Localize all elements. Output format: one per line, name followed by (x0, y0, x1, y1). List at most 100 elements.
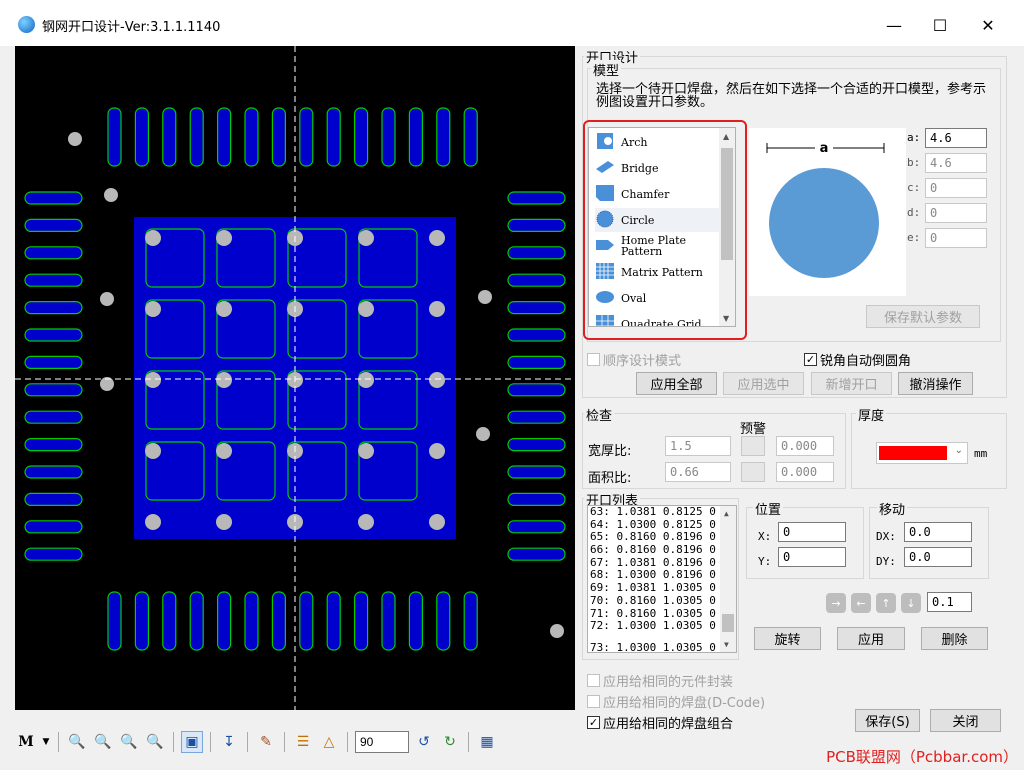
list-item[interactable]: 70: 0.8160 1.0305 0 (588, 594, 736, 608)
pad-bottom[interactable] (408, 591, 423, 651)
chevron-down-icon[interactable]: ▼ (41, 731, 51, 753)
sequential-mode-checkbox[interactable]: 顺序设计模式 (587, 350, 681, 369)
pad-right[interactable] (507, 301, 566, 315)
pcb-canvas[interactable] (15, 46, 575, 710)
via-dot[interactable] (145, 514, 161, 530)
pad-top[interactable] (244, 107, 259, 167)
pad-left[interactable] (24, 218, 83, 232)
aspect-warn-field[interactable]: 0.000 (776, 436, 834, 456)
pad-right[interactable] (507, 410, 566, 424)
mode-menu-icon[interactable]: M (15, 731, 37, 753)
via-dot[interactable] (550, 624, 564, 638)
via-dot[interactable] (145, 372, 161, 388)
pad-bottom[interactable] (326, 591, 341, 651)
via-dot[interactable] (358, 443, 374, 459)
pad-left[interactable] (24, 191, 83, 205)
area-ratio-field[interactable]: 0.66 (665, 462, 731, 482)
pad-right[interactable] (507, 383, 566, 397)
area-warn-field[interactable]: 0.000 (776, 462, 834, 482)
zoom-in-icon[interactable]: 🔍 (92, 731, 114, 753)
close-dialog-button[interactable]: 关闭 (930, 709, 1001, 732)
pad-bottom[interactable] (354, 591, 369, 651)
via-dot[interactable] (216, 372, 232, 388)
list-item[interactable]: 69: 1.0381 1.0305 0 (588, 581, 736, 595)
same-package-checkbox[interactable]: 应用给相同的元件封装 (587, 671, 733, 690)
flip-vertical-icon[interactable]: ☰ (292, 731, 314, 753)
via-dot[interactable] (216, 443, 232, 459)
zoom-window-icon[interactable]: ▣ (181, 731, 203, 753)
via-dot[interactable] (478, 290, 492, 304)
close-button[interactable]: ✕ (966, 10, 1010, 40)
pad-top[interactable] (299, 107, 314, 167)
pad-bottom[interactable] (134, 591, 150, 651)
same-combo-checkbox[interactable]: ✓ 应用给相同的焊盘组合 (587, 713, 733, 732)
pad-bottom[interactable] (299, 591, 314, 651)
pad-top[interactable] (134, 107, 150, 167)
apply-button[interactable]: 应用 (837, 627, 905, 650)
flip-horizontal-icon[interactable]: △ (318, 731, 340, 753)
pad-right[interactable] (507, 273, 566, 287)
pad-right[interactable] (507, 191, 566, 205)
import-icon[interactable]: ↧ (218, 731, 240, 753)
pad-top[interactable] (326, 107, 341, 167)
rotation-angle-input[interactable] (355, 731, 409, 753)
list-item[interactable]: 72: 1.0300 1.0305 0 (588, 619, 736, 633)
move-step-field[interactable]: 0.1 (927, 592, 972, 612)
pad-right[interactable] (507, 246, 566, 260)
maximize-button[interactable]: ☐ (918, 10, 962, 40)
thickness-color-select[interactable]: ⌄ (876, 442, 968, 464)
scrollbar-thumb[interactable] (722, 614, 734, 632)
via-dot[interactable] (68, 132, 82, 146)
via-dot[interactable] (358, 230, 374, 246)
save-button[interactable]: 保存(S) (855, 709, 920, 732)
pad-left[interactable] (24, 301, 83, 315)
pad-right[interactable] (507, 355, 566, 369)
aspect-ratio-field[interactable]: 1.5 (665, 436, 731, 456)
pad-top[interactable] (354, 107, 369, 167)
pad-right[interactable] (507, 328, 566, 342)
position-y-field[interactable]: 0 (778, 547, 846, 567)
save-default-button[interactable]: 保存默认参数 (866, 305, 980, 328)
pad-left[interactable] (24, 355, 83, 369)
pad-top[interactable] (463, 107, 478, 167)
via-dot[interactable] (145, 230, 161, 246)
pad-bottom[interactable] (381, 591, 396, 651)
pad-left[interactable] (24, 328, 83, 342)
via-dot[interactable] (216, 301, 232, 317)
pad-bottom[interactable] (217, 591, 232, 651)
move-dx-field[interactable]: 0.0 (904, 522, 972, 542)
pad-top[interactable] (189, 107, 204, 167)
pad-left[interactable] (24, 273, 83, 287)
undo-button[interactable]: 撤消操作 (898, 372, 973, 395)
pad-top[interactable] (271, 107, 286, 167)
param-field[interactable]: 0 (925, 203, 987, 223)
list-item[interactable]: 73: 1.0300 1.0305 0 (588, 641, 736, 652)
via-dot[interactable] (358, 514, 374, 530)
pad-right[interactable] (507, 465, 566, 479)
move-right-icon[interactable]: → (826, 593, 846, 613)
via-dot[interactable] (100, 292, 114, 306)
param-field[interactable]: 0 (925, 228, 987, 248)
pad-right[interactable] (507, 438, 566, 452)
area-warn-toggle[interactable] (741, 462, 765, 482)
zoom-fit-icon[interactable]: 🔍 (144, 731, 166, 753)
apply-all-button[interactable]: 应用全部 (636, 372, 717, 395)
brush-icon[interactable]: ✎ (255, 731, 277, 753)
pad-top[interactable] (107, 107, 122, 167)
pad-right[interactable] (507, 492, 566, 506)
pcb-drawing[interactable] (15, 46, 575, 710)
scroll-down-icon[interactable]: ▼ (724, 640, 729, 649)
same-dcode-checkbox[interactable]: 应用给相同的焊盘(D-Code) (587, 692, 765, 711)
pad-top[interactable] (217, 107, 232, 167)
param-field[interactable]: 4.6 (925, 153, 987, 173)
move-down-icon[interactable]: ↓ (901, 593, 921, 613)
via-dot[interactable] (145, 443, 161, 459)
move-left-icon[interactable]: ← (851, 593, 871, 613)
minimize-button[interactable]: — (872, 10, 916, 40)
list-item[interactable]: 63: 1.0381 0.8125 0 (588, 506, 736, 519)
via-dot[interactable] (476, 427, 490, 441)
pad-right[interactable] (507, 547, 566, 561)
via-dot[interactable] (429, 301, 445, 317)
zoom-out-icon[interactable]: 🔍 (118, 731, 140, 753)
pad-bottom[interactable] (189, 591, 204, 651)
